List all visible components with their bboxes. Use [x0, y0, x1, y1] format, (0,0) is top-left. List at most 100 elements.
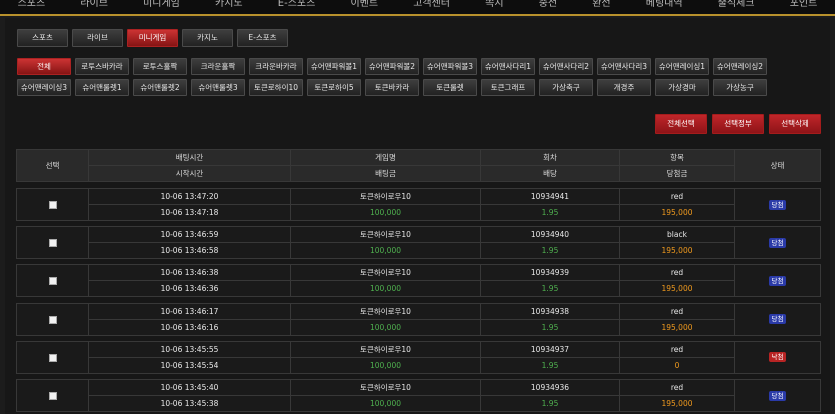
game-tab[interactable]: 개경주: [597, 79, 651, 96]
bulk-actions: 전체선택 선택정부 선택삭제: [655, 114, 821, 134]
bet-amount: 100,000: [290, 280, 481, 298]
game-tab[interactable]: 가상경마: [655, 79, 709, 96]
bet-start-time: 10-06 13:45:38: [88, 395, 291, 412]
game-tab[interactable]: 로투스홀짝: [133, 58, 187, 75]
game-tab[interactable]: 슈어맨파워볼1: [307, 58, 361, 75]
top-nav-item[interactable]: 출석체크: [718, 0, 755, 9]
top-nav-menu: 스포츠 라이브 미니게임 카지노 E-스포츠 이벤트 고객센터 쪽지 충전 환전 베팅내역 출석체크 포…: [0, 0, 835, 9]
bet-checkbox[interactable]: [48, 277, 57, 286]
bet-checkbox[interactable]: [48, 392, 57, 400]
bet-payout: 195,000: [619, 242, 735, 260]
game-tab[interactable]: 토큰로하이10: [249, 79, 303, 96]
category-tab[interactable]: E-스포츠: [237, 29, 288, 47]
top-nav-item[interactable]: 라이브: [80, 0, 108, 9]
bet-pick: red: [619, 188, 735, 205]
bet-odds: 1.95: [480, 356, 620, 374]
game-tab[interactable]: 가상축구: [539, 79, 593, 96]
top-nav-item[interactable]: 쪽지: [485, 0, 503, 9]
bet-checkbox[interactable]: [48, 201, 57, 209]
game-tab[interactable]: 슈어맨룰렛2: [133, 79, 187, 96]
bet-payout: 195,000: [619, 395, 735, 412]
category-tab[interactable]: 라이브: [72, 29, 123, 47]
select-all-button[interactable]: 전체선택: [655, 114, 707, 134]
game-tab[interactable]: 슈어맨사다리2: [539, 58, 593, 75]
top-nav-item[interactable]: 이벤트: [350, 0, 378, 9]
game-tab[interactable]: 슈어맨사다리3: [597, 58, 651, 75]
top-nav-item[interactable]: 미니게임: [143, 0, 180, 9]
bet-select-cell: [16, 379, 89, 412]
bet-round: 10934938: [480, 302, 620, 320]
bet-checkbox[interactable]: [48, 315, 57, 324]
top-nav-item[interactable]: 충전: [539, 0, 557, 9]
delete-selected-button[interactable]: 선택삭제: [769, 114, 821, 134]
status-badge: 당첨: [768, 237, 787, 248]
category-tab[interactable]: 카지노: [182, 29, 233, 47]
bet-round: 10934941: [480, 188, 620, 205]
bet-status-cell: 당첨: [734, 226, 821, 260]
bet-amount: 100,000: [290, 204, 481, 221]
top-nav-item[interactable]: 카지노: [215, 0, 243, 9]
bet-row: 10-06 13:45:40 토큰하이로우10 10934936 red 당첨 10-06…: [16, 379, 821, 412]
bet-odds: 1.95: [480, 204, 620, 221]
bet-amount: 100,000: [290, 356, 481, 374]
bet-select-cell: [16, 188, 89, 221]
bet-odds: 1.95: [480, 280, 620, 298]
bet-round: 10934939: [480, 264, 620, 282]
bet-row: 10-06 13:47:20 토큰하이로우10 10934941 red 당첨 10-06…: [16, 188, 821, 221]
bet-row: 10-06 13:45:55 토큰하이로우10 10934937 red 낙첨 10-06…: [16, 340, 821, 374]
game-tab[interactable]: 전체: [17, 58, 71, 75]
top-nav-item[interactable]: 고객센터: [413, 0, 450, 9]
bet-time: 10-06 13:46:59: [88, 226, 291, 244]
bet-status-cell: 낙첨: [734, 340, 821, 374]
bet-amount: 100,000: [290, 318, 481, 336]
bet-game: 토큰하이로우10: [290, 264, 481, 282]
game-tab[interactable]: 크라운바카라: [249, 58, 303, 75]
top-nav-item[interactable]: E-스포츠: [278, 0, 316, 9]
bet-pick: red: [619, 302, 735, 320]
header-game-name: 게임명: [290, 149, 481, 166]
bet-odds: 1.95: [480, 318, 620, 336]
bet-checkbox[interactable]: [48, 353, 57, 362]
category-tab[interactable]: 스포츠: [17, 29, 68, 47]
top-nav-item[interactable]: 환전: [592, 0, 610, 9]
game-tab[interactable]: 가상농구: [713, 79, 767, 96]
game-tab[interactable]: 슈어맨룰렛1: [75, 79, 129, 96]
game-tab[interactable]: 슈어맨룰렛3: [191, 79, 245, 96]
bet-start-time: 10-06 13:46:16: [88, 318, 291, 336]
bet-round: 10934936: [480, 379, 620, 396]
bet-start-time: 10-06 13:47:18: [88, 204, 291, 221]
bet-checkbox[interactable]: [48, 239, 57, 248]
bet-game: 토큰하이로우10: [290, 188, 481, 205]
game-tab[interactable]: 토큰그래프: [481, 79, 535, 96]
game-tab[interactable]: 토큰바카라: [365, 79, 419, 96]
status-badge: 당첨: [768, 199, 787, 210]
game-tab[interactable]: 슈어맨레이싱2: [713, 58, 767, 75]
game-tab[interactable]: 로투스바카라: [75, 58, 129, 75]
header-select: 선택: [16, 149, 89, 182]
game-tab[interactable]: 슈어맨레이싱1: [655, 58, 709, 75]
game-tab[interactable]: 토큰로하이5: [307, 79, 361, 96]
header-item: 항목: [619, 149, 735, 166]
status-badge: 당첨: [768, 390, 787, 401]
game-tab[interactable]: 슈어맨파워볼3: [423, 58, 477, 75]
game-tab[interactable]: 슈어맨사다리1: [481, 58, 535, 75]
bet-payout: 0: [619, 356, 735, 374]
game-tab[interactable]: 슈어맨파워볼2: [365, 58, 419, 75]
game-tabs: 전체 로투스바카라 로투스홀짝 크라운홀짝 크라운바카라 슈어맨파워볼1 슈어맨파워볼2 슈어…: [17, 58, 807, 96]
bet-row: 10-06 13:46:38 토큰하이로우10 10934939 red 당첨 10-06…: [16, 264, 821, 298]
select-cancel-button[interactable]: 선택정부: [712, 114, 764, 134]
bet-time: 10-06 13:46:17: [88, 302, 291, 320]
header-status: 상태: [734, 149, 821, 182]
bet-time: 10-06 13:47:20: [88, 188, 291, 205]
game-tab[interactable]: 크라운홀짝: [191, 58, 245, 75]
bet-time: 10-06 13:45:40: [88, 379, 291, 396]
top-nav-item[interactable]: 포인트: [790, 0, 818, 9]
bet-odds: 1.95: [480, 242, 620, 260]
top-nav-item[interactable]: 스포츠: [18, 0, 46, 9]
game-tab[interactable]: 토큰룰렛: [423, 79, 477, 96]
top-nav-item[interactable]: 베팅내역: [646, 0, 683, 9]
header-odds: 배당: [480, 165, 620, 182]
bet-round: 10934937: [480, 340, 620, 358]
game-tab[interactable]: 슈어맨레이싱3: [17, 79, 71, 96]
category-tab[interactable]: 미니게임: [127, 29, 178, 47]
